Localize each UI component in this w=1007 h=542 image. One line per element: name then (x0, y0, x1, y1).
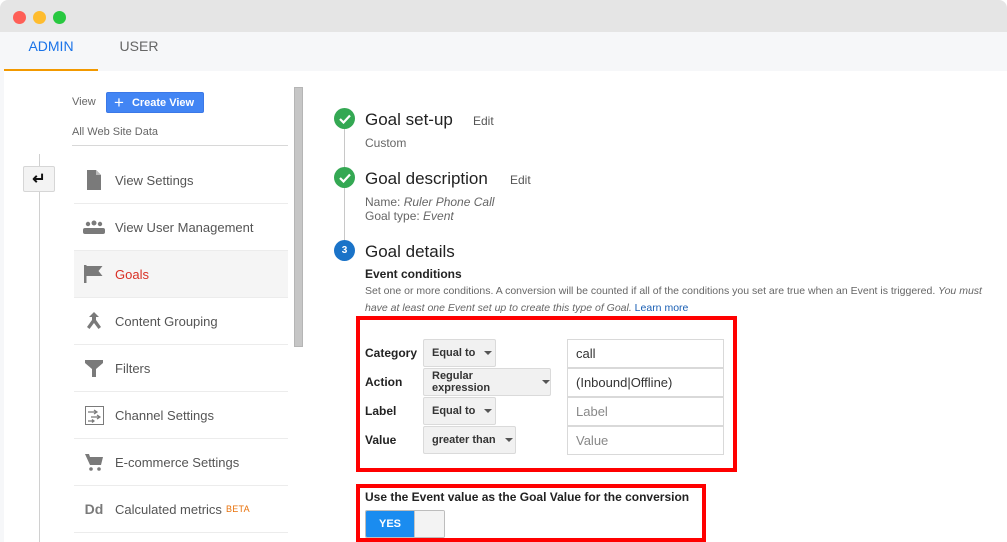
goal-type-label: Goal type: (365, 209, 420, 223)
value-value-input[interactable] (567, 426, 724, 455)
close-window-button[interactable] (13, 11, 26, 24)
back-arrow-icon: ↵ (32, 171, 46, 188)
category-value-input[interactable] (567, 339, 724, 368)
action-operator-select[interactable]: Regular expression (423, 368, 551, 396)
filter-icon (74, 359, 114, 377)
sidebar-item-label: View Settings (115, 172, 194, 188)
document-icon (74, 170, 114, 190)
minimize-window-button[interactable] (33, 11, 46, 24)
use-event-value-toggle[interactable]: YES (365, 510, 445, 538)
event-conditions-title: Event conditions (365, 267, 462, 281)
users-icon (74, 220, 114, 234)
chevron-down-icon (504, 438, 513, 442)
sidebar-item-content-grouping[interactable]: Content Grouping (74, 298, 288, 345)
goal-name: Name: Ruler Phone Call (365, 195, 494, 209)
event-conditions-description: Set one or more conditions. A conversion… (365, 283, 995, 317)
sidebar-item-calculated-metrics[interactable]: Dd Calculated metrics BETA (74, 486, 288, 533)
app-window: ADMIN USER ↵ View + Create View All Web … (0, 0, 1007, 542)
create-view-button[interactable]: + Create View (106, 92, 204, 113)
sidebar-item-label: Calculated metrics (115, 501, 222, 517)
goal-name-label: Name: (365, 195, 401, 209)
step-number-badge: 3 (334, 240, 355, 261)
sidebar-item-label: View User Management (115, 219, 254, 235)
edit-goal-description-link[interactable]: Edit (510, 173, 531, 187)
sidebar-item-label: E-commerce Settings (115, 454, 240, 470)
back-button[interactable]: ↵ (23, 166, 55, 192)
action-value-input[interactable] (567, 368, 724, 397)
sidebar-item-goals[interactable]: Goals (74, 251, 288, 298)
value-operator-select[interactable]: greater than (423, 426, 516, 454)
goal-name-value: Ruler Phone Call (403, 195, 495, 209)
plus-icon: + (114, 93, 124, 112)
step-title-goal-setup: Goal set-up (365, 110, 453, 129)
use-event-value-label: Use the Event value as the Goal Value fo… (365, 490, 690, 504)
condition-label-label: Label (365, 404, 397, 418)
sidebar-item-label: Content Grouping (115, 313, 218, 329)
sidebar-item-label: Goals (115, 266, 149, 282)
maximize-window-button[interactable] (53, 11, 66, 24)
beta-badge: BETA (225, 504, 250, 514)
step-complete-icon (334, 108, 355, 129)
select-value: greater than (432, 434, 496, 446)
condition-label-category: Category (365, 346, 418, 360)
view-label: View (72, 96, 96, 108)
left-gutter (0, 71, 4, 542)
sidebar-scrollbar[interactable] (294, 87, 303, 347)
step-complete-icon (334, 167, 355, 188)
sidebar-item-label: Channel Settings (115, 407, 215, 423)
divider (72, 145, 288, 146)
condition-label-value: Value (365, 433, 397, 447)
tab-bar: ADMIN USER (0, 32, 1007, 71)
description-text: Set one or more conditions. A conversion… (365, 285, 936, 297)
category-operator-select[interactable]: Equal to (423, 339, 496, 367)
goal-type-value: Event (423, 209, 454, 223)
step-title-goal-description: Goal description (365, 169, 488, 188)
label-value-input[interactable] (567, 397, 724, 426)
learn-more-link[interactable]: Learn more (635, 302, 689, 314)
toggle-yes-label: YES (366, 511, 414, 537)
sidebar-connector-line (39, 154, 40, 542)
sidebar-item-filters[interactable]: Filters (74, 345, 288, 392)
sidebar-item-label: Filters (115, 360, 151, 376)
select-value: Equal to (432, 347, 476, 359)
title-bar (0, 0, 1007, 32)
chevron-down-icon (484, 351, 493, 355)
cart-icon (74, 453, 114, 471)
condition-label-action: Action (365, 375, 403, 389)
sidebar-nav: View Settings View User Management Goals… (74, 157, 288, 533)
tab-user[interactable]: USER (98, 32, 180, 71)
merge-icon (74, 312, 114, 330)
sidebar-item-channel-settings[interactable]: Channel Settings (74, 392, 288, 439)
label-operator-select[interactable]: Equal to (423, 397, 496, 425)
sidebar-item-view-settings[interactable]: View Settings (74, 157, 288, 204)
select-value: Equal to (432, 405, 476, 417)
view-selector[interactable]: All Web Site Data (72, 126, 158, 138)
toggle-knob (414, 511, 444, 537)
goal-type: Goal type: Event (365, 209, 454, 223)
sidebar-item-ecommerce-settings[interactable]: E-commerce Settings (74, 439, 288, 486)
chevron-down-icon (484, 409, 493, 413)
goal-setup-type: Custom (365, 136, 407, 150)
sidebar-item-view-user-management[interactable]: View User Management (74, 204, 288, 251)
chevron-down-icon (542, 380, 550, 384)
select-value: Regular expression (432, 370, 491, 394)
flag-icon (74, 265, 114, 283)
channel-icon (74, 405, 114, 425)
edit-goal-setup-link[interactable]: Edit (473, 114, 494, 128)
dd-icon: Dd (84, 501, 104, 517)
tab-admin[interactable]: ADMIN (4, 32, 98, 71)
create-view-label: Create View (131, 96, 195, 109)
step-title-goal-details: Goal details (365, 242, 455, 261)
